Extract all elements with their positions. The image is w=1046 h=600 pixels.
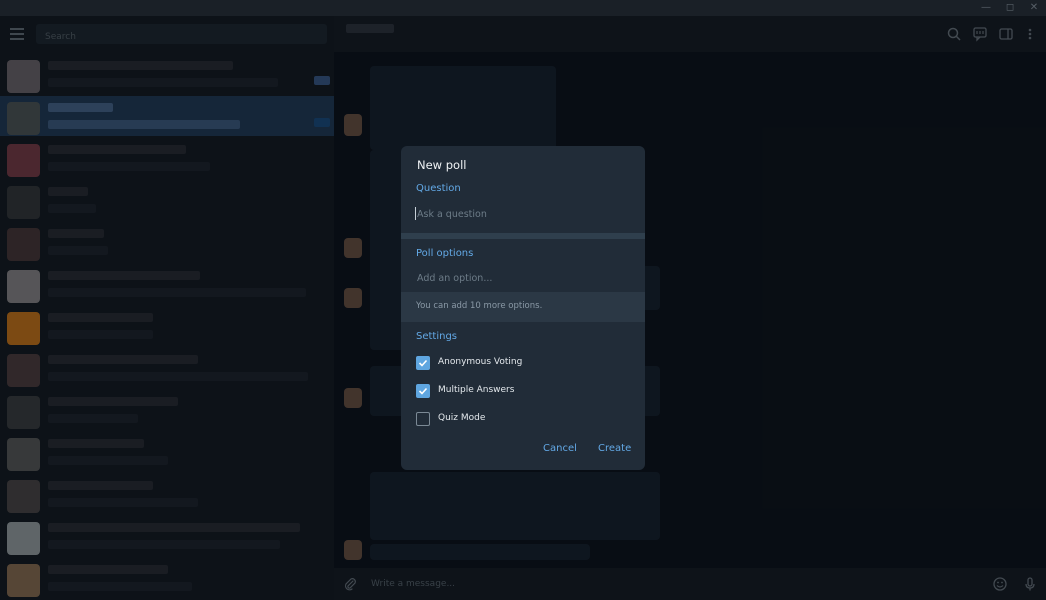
cancel-button[interactable]: Cancel [543, 443, 577, 454]
dialog-title: New poll [417, 158, 467, 172]
options-hint-band: You can add 10 more options. [401, 292, 645, 322]
section-divider [401, 233, 645, 239]
settings-label: Settings [416, 331, 458, 342]
options-hint: You can add 10 more options. [416, 301, 543, 311]
new-poll-dialog: New poll Question Poll options You can a… [401, 146, 645, 470]
text-caret [415, 207, 416, 220]
checkbox-label: Multiple Answers [438, 385, 515, 395]
checkbox-checked-icon[interactable] [416, 356, 430, 370]
question-input[interactable] [416, 205, 631, 223]
quiz-mode-checkbox[interactable]: Quiz Mode [416, 411, 616, 427]
create-button[interactable]: Create [598, 443, 631, 454]
checkbox-label: Quiz Mode [438, 413, 486, 423]
poll-option-input[interactable] [416, 269, 631, 287]
poll-options-label: Poll options [416, 248, 474, 259]
checkbox-unchecked-icon[interactable] [416, 412, 430, 426]
checkbox-checked-icon[interactable] [416, 384, 430, 398]
question-label: Question [416, 183, 461, 194]
anonymous-voting-checkbox[interactable]: Anonymous Voting [416, 355, 616, 371]
checkbox-label: Anonymous Voting [438, 357, 523, 367]
multiple-answers-checkbox[interactable]: Multiple Answers [416, 383, 616, 399]
